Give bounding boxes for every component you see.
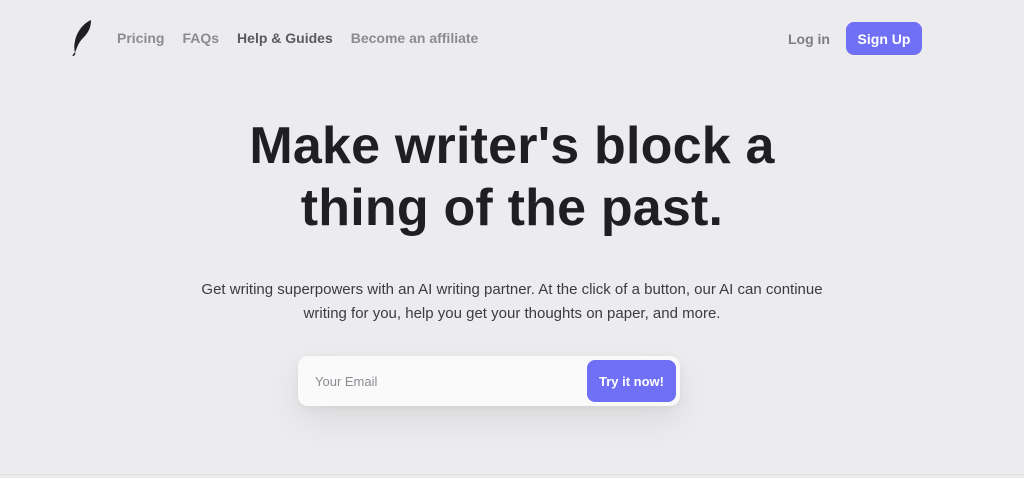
nav-help-guides-link[interactable]: Help & Guides bbox=[237, 29, 333, 47]
email-input[interactable] bbox=[298, 356, 578, 406]
hero-subtitle: Get writing superpowers with an AI writi… bbox=[201, 281, 823, 322]
page-divider bbox=[0, 474, 1024, 475]
main-nav: Pricing FAQs Help & Guides Become an aff… bbox=[117, 29, 496, 47]
nav-become-affiliate-link[interactable]: Become an affiliate bbox=[351, 29, 479, 47]
try-it-now-button[interactable]: Try it now! bbox=[587, 360, 676, 402]
hero-title: Make writer's block a thing of the past. bbox=[249, 117, 775, 237]
nav-faqs-link[interactable]: FAQs bbox=[182, 29, 219, 47]
nav-pricing-link[interactable]: Pricing bbox=[117, 29, 164, 47]
sign-up-button[interactable]: Sign Up bbox=[846, 22, 922, 55]
login-link[interactable]: Log in bbox=[788, 31, 830, 47]
hero-section: Make writer's block a thing of the past.… bbox=[0, 115, 1024, 326]
auth-actions: Log in Sign Up bbox=[788, 22, 922, 55]
feather-icon[interactable] bbox=[70, 18, 96, 56]
email-signup-form: Try it now! bbox=[298, 356, 680, 406]
top-navigation-bar: Pricing FAQs Help & Guides Become an aff… bbox=[0, 0, 1024, 76]
